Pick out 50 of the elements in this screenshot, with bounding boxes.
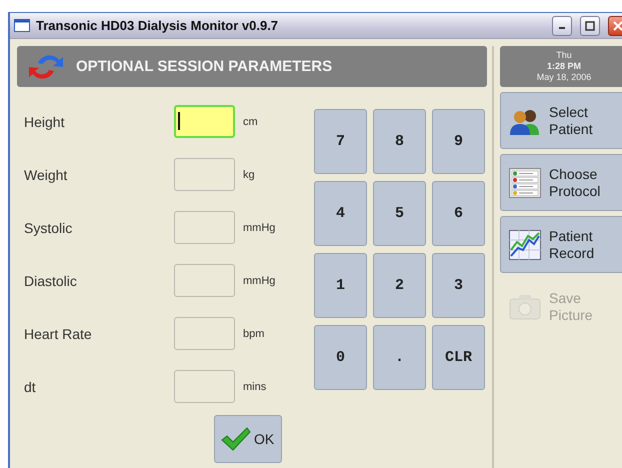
keypad-key[interactable]: 0 xyxy=(314,325,367,390)
keypad-key[interactable]: 9 xyxy=(432,109,485,174)
keypad-key[interactable]: CLR xyxy=(432,325,485,390)
keypad-key[interactable]: 4 xyxy=(314,181,367,246)
close-icon xyxy=(613,20,622,30)
unit-label: bpm xyxy=(243,328,264,340)
window-icon xyxy=(14,19,30,32)
side-button[interactable]: Patient Record xyxy=(500,216,622,273)
input-field[interactable] xyxy=(174,370,235,403)
side-button[interactable]: Choose Protocol xyxy=(500,154,622,211)
unit-label: mmHg xyxy=(243,274,276,286)
camera-icon xyxy=(509,294,541,320)
keypad-key[interactable]: 8 xyxy=(373,109,426,174)
day-text: Thu xyxy=(556,50,572,61)
field-label: Height xyxy=(24,114,66,130)
keypad-key[interactable]: 6 xyxy=(432,181,485,246)
field-label: dt xyxy=(24,378,37,394)
field-label: Heart Rate xyxy=(24,326,93,342)
window-title: Transonic HD03 Dialysis Monitor v0.9.7 xyxy=(36,18,280,33)
time-text: 1:28 PM xyxy=(546,61,581,72)
close-button[interactable] xyxy=(608,16,622,36)
input-field[interactable] xyxy=(174,105,235,138)
input-field[interactable] xyxy=(174,158,235,191)
checkmark-icon xyxy=(221,427,251,451)
list-icon xyxy=(509,168,541,198)
input-field[interactable] xyxy=(174,264,235,297)
input-field[interactable] xyxy=(174,317,235,350)
unit-label: kg xyxy=(243,168,255,180)
keypad-key[interactable]: 1 xyxy=(314,253,367,318)
field-label: Weight xyxy=(24,166,68,182)
field-label: Systolic xyxy=(24,220,74,236)
keypad-key[interactable]: 2 xyxy=(373,253,426,318)
maximize-icon xyxy=(585,20,595,30)
header-title: OPTIONAL SESSION PARAMETERS xyxy=(76,58,332,75)
field-label: Diastolic xyxy=(24,272,78,288)
ok-button[interactable]: OK xyxy=(214,415,282,463)
keypad-key[interactable]: . xyxy=(373,325,426,390)
date-text: May 18, 2006 xyxy=(536,72,592,83)
keypad-key[interactable]: 5 xyxy=(373,181,426,246)
minimize-button[interactable] xyxy=(552,16,572,36)
text-cursor xyxy=(178,112,180,130)
unit-label: cm xyxy=(243,116,258,128)
side-button[interactable]: Select Patient xyxy=(500,92,622,149)
keypad-key[interactable]: 7 xyxy=(314,109,367,174)
keypad-key[interactable]: 3 xyxy=(432,253,485,318)
unit-label: mins xyxy=(243,380,266,392)
unit-label: mmHg xyxy=(243,222,276,234)
maximize-button[interactable] xyxy=(580,16,600,36)
chart-icon xyxy=(509,230,541,260)
input-field[interactable] xyxy=(174,211,235,244)
